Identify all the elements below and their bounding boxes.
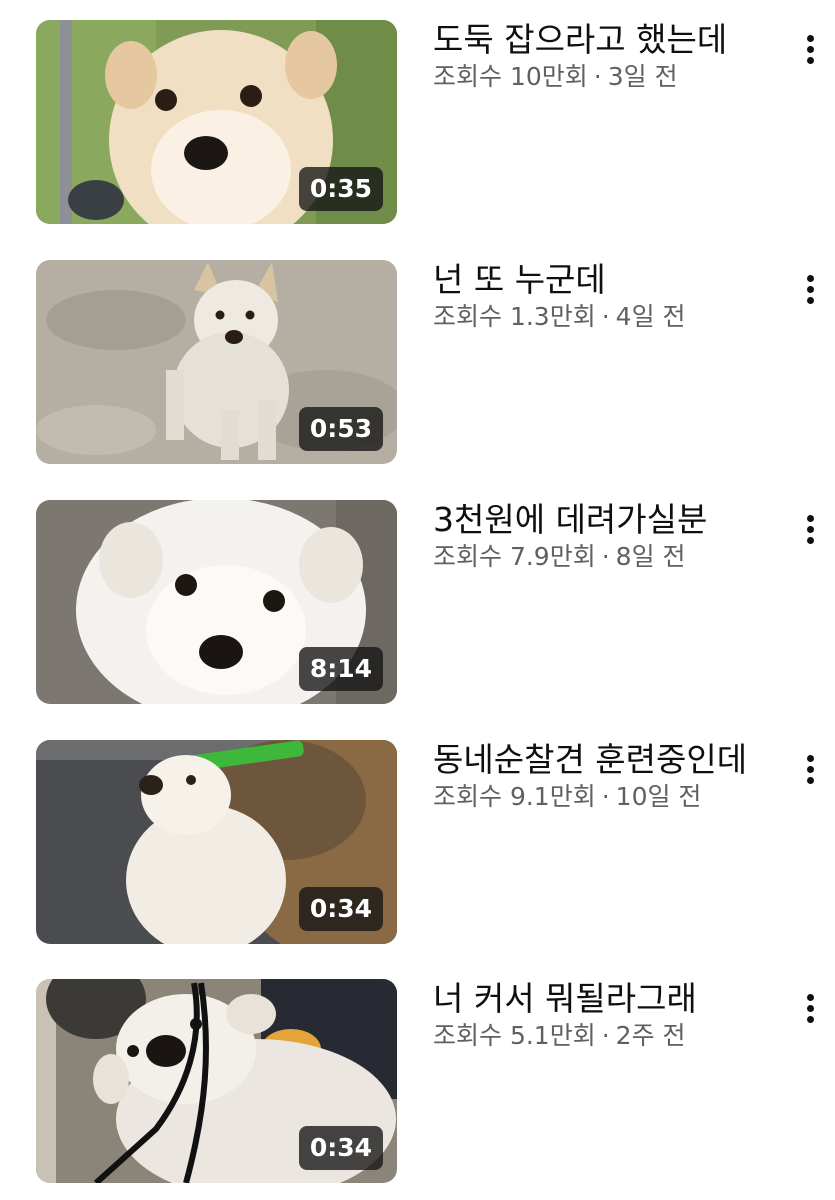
- more-options-icon[interactable]: [794, 266, 826, 312]
- video-meta: 3천원에 데려가실분 조회수 7.9만회 · 8일 전: [433, 500, 783, 574]
- video-meta: 너 커서 뭐될라그래 조회수 5.1만회 · 2주 전: [433, 979, 783, 1053]
- more-options-icon[interactable]: [794, 985, 826, 1031]
- more-options-icon[interactable]: [794, 746, 826, 792]
- video-age: 4일 전: [615, 302, 686, 331]
- video-title[interactable]: 동네순찰견 훈련중인데: [433, 740, 783, 780]
- video-title[interactable]: 너 커서 뭐될라그래: [433, 979, 783, 1019]
- video-duration-badge: 0:34: [298, 1126, 383, 1170]
- more-options-icon[interactable]: [794, 26, 826, 72]
- video-age: 3일 전: [607, 62, 678, 91]
- video-list: 0:35 도둑 잡으라고 했는데 조회수 10만회 · 3일 전 0:53 넌 …: [0, 0, 835, 1200]
- video-stats: 조회수 1.3만회 · 4일 전: [433, 300, 783, 334]
- more-options-icon[interactable]: [794, 506, 826, 552]
- video-duration-badge: 0:35: [298, 167, 383, 211]
- separator-dot: ·: [601, 302, 610, 331]
- video-duration-badge: 8:14: [298, 647, 383, 691]
- video-item[interactable]: 0:34 너 커서 뭐될라그래 조회수 5.1만회 · 2주 전: [0, 979, 835, 1183]
- video-views: 조회수 7.9만회: [433, 542, 596, 571]
- video-views: 조회수 5.1만회: [433, 1021, 596, 1050]
- separator-dot: ·: [601, 1021, 610, 1050]
- video-thumbnail[interactable]: 0:53: [36, 260, 397, 464]
- video-title[interactable]: 도둑 잡으라고 했는데: [433, 20, 783, 60]
- video-age: 2주 전: [615, 1021, 686, 1050]
- separator-dot: ·: [593, 62, 602, 91]
- video-meta: 동네순찰견 훈련중인데 조회수 9.1만회 · 10일 전: [433, 740, 783, 814]
- video-thumbnail[interactable]: 0:35: [36, 20, 397, 224]
- video-views: 조회수 10만회: [433, 62, 588, 91]
- video-thumbnail[interactable]: 8:14: [36, 500, 397, 704]
- video-item[interactable]: 0:53 넌 또 누군데 조회수 1.3만회 · 4일 전: [0, 260, 835, 464]
- video-meta: 도둑 잡으라고 했는데 조회수 10만회 · 3일 전: [433, 20, 783, 94]
- video-stats: 조회수 7.9만회 · 8일 전: [433, 540, 783, 574]
- video-duration-badge: 0:34: [298, 887, 383, 931]
- video-thumbnail[interactable]: 0:34: [36, 979, 397, 1183]
- video-meta: 넌 또 누군데 조회수 1.3만회 · 4일 전: [433, 260, 783, 334]
- video-views: 조회수 1.3만회: [433, 302, 596, 331]
- video-item[interactable]: 0:34 동네순찰견 훈련중인데 조회수 9.1만회 · 10일 전: [0, 740, 835, 944]
- separator-dot: ·: [601, 542, 610, 571]
- video-stats: 조회수 5.1만회 · 2주 전: [433, 1019, 783, 1053]
- video-item[interactable]: 8:14 3천원에 데려가실분 조회수 7.9만회 · 8일 전: [0, 500, 835, 704]
- video-stats: 조회수 10만회 · 3일 전: [433, 60, 783, 94]
- video-title[interactable]: 3천원에 데려가실분: [433, 500, 783, 540]
- video-duration-badge: 0:53: [298, 407, 383, 451]
- separator-dot: ·: [601, 782, 610, 811]
- video-age: 8일 전: [615, 542, 686, 571]
- video-thumbnail[interactable]: 0:34: [36, 740, 397, 944]
- video-item[interactable]: 0:35 도둑 잡으라고 했는데 조회수 10만회 · 3일 전: [0, 20, 835, 224]
- video-title[interactable]: 넌 또 누군데: [433, 260, 783, 300]
- video-stats: 조회수 9.1만회 · 10일 전: [433, 780, 783, 814]
- video-age: 10일 전: [615, 782, 702, 811]
- video-views: 조회수 9.1만회: [433, 782, 596, 811]
